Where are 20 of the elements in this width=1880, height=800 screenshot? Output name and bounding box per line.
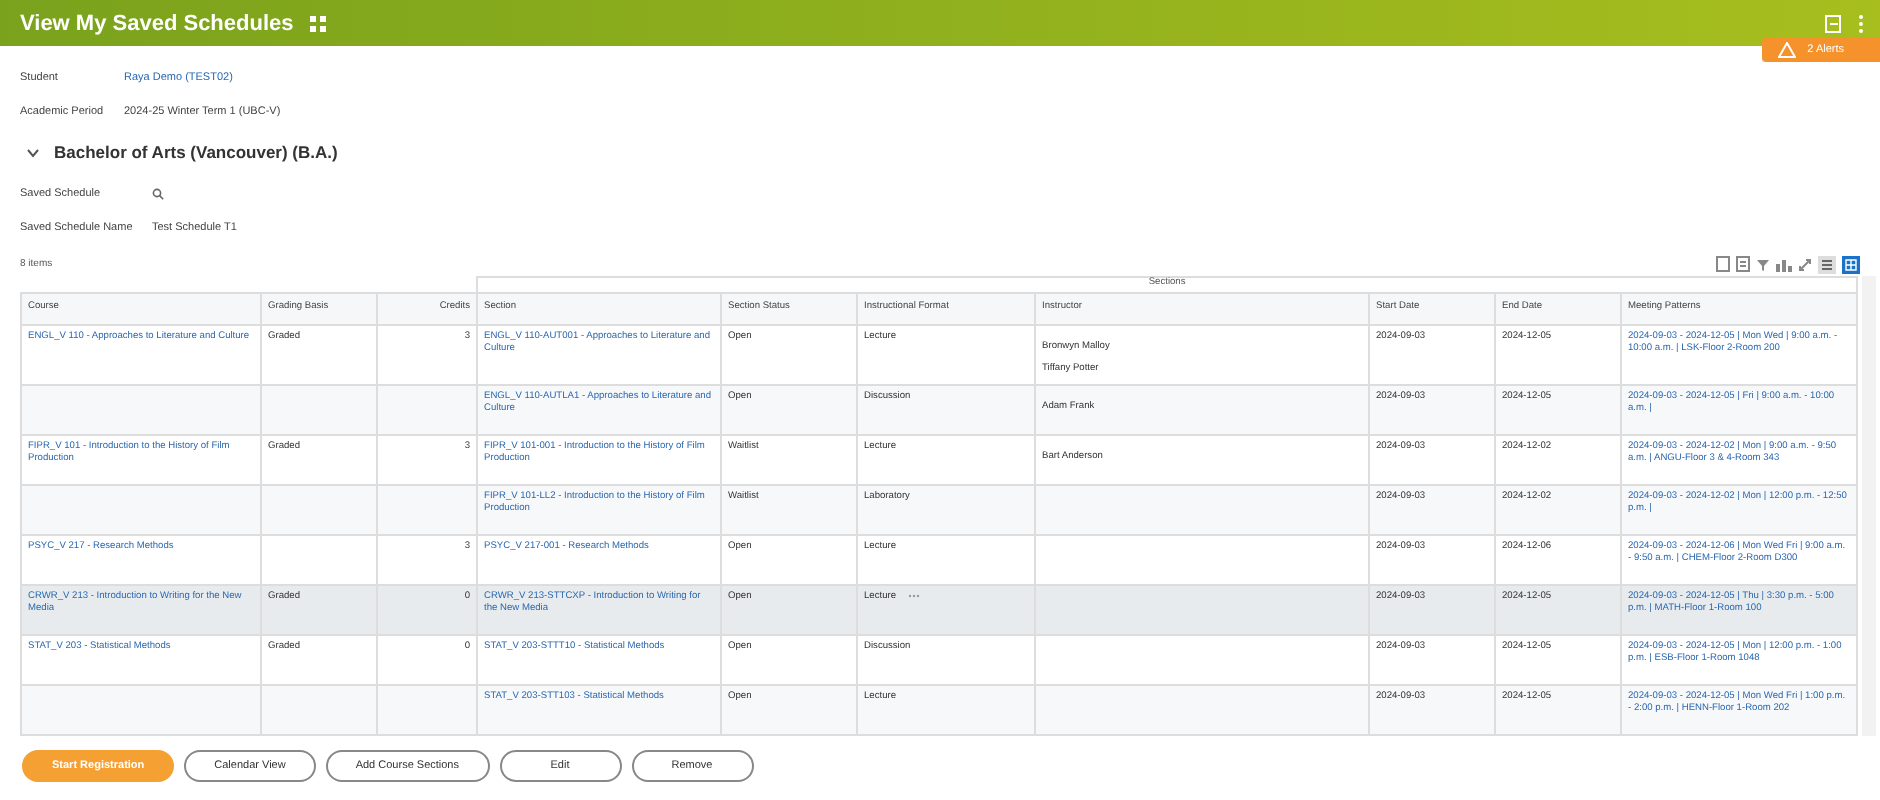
chart-icon[interactable] xyxy=(1776,257,1792,271)
pdf-icon[interactable] xyxy=(1736,256,1750,272)
warning-icon xyxy=(1777,42,1796,58)
table-row[interactable] xyxy=(21,584,1858,635)
search-icon[interactable] xyxy=(152,187,164,199)
table-row[interactable] xyxy=(21,325,1858,385)
chevron-icon[interactable] xyxy=(26,147,40,157)
more-icon[interactable] xyxy=(1858,13,1864,33)
grid-icon[interactable] xyxy=(309,15,326,31)
scrollbar[interactable] xyxy=(1862,276,1876,736)
program-heading: Bachelor of Arts (Vancouver) (B.A.) xyxy=(54,142,338,162)
export-icon[interactable] xyxy=(1824,13,1842,33)
table-row[interactable] xyxy=(21,434,1858,485)
expand-icon[interactable] xyxy=(1798,257,1812,271)
grid-view-icon[interactable] xyxy=(1842,255,1860,273)
page-title: View My Saved Schedules xyxy=(20,11,294,35)
table-view-icon[interactable] xyxy=(1818,255,1836,273)
related-actions-icon[interactable] xyxy=(908,593,921,598)
excel-icon[interactable] xyxy=(1716,256,1730,272)
filter-icon[interactable] xyxy=(1756,257,1770,271)
